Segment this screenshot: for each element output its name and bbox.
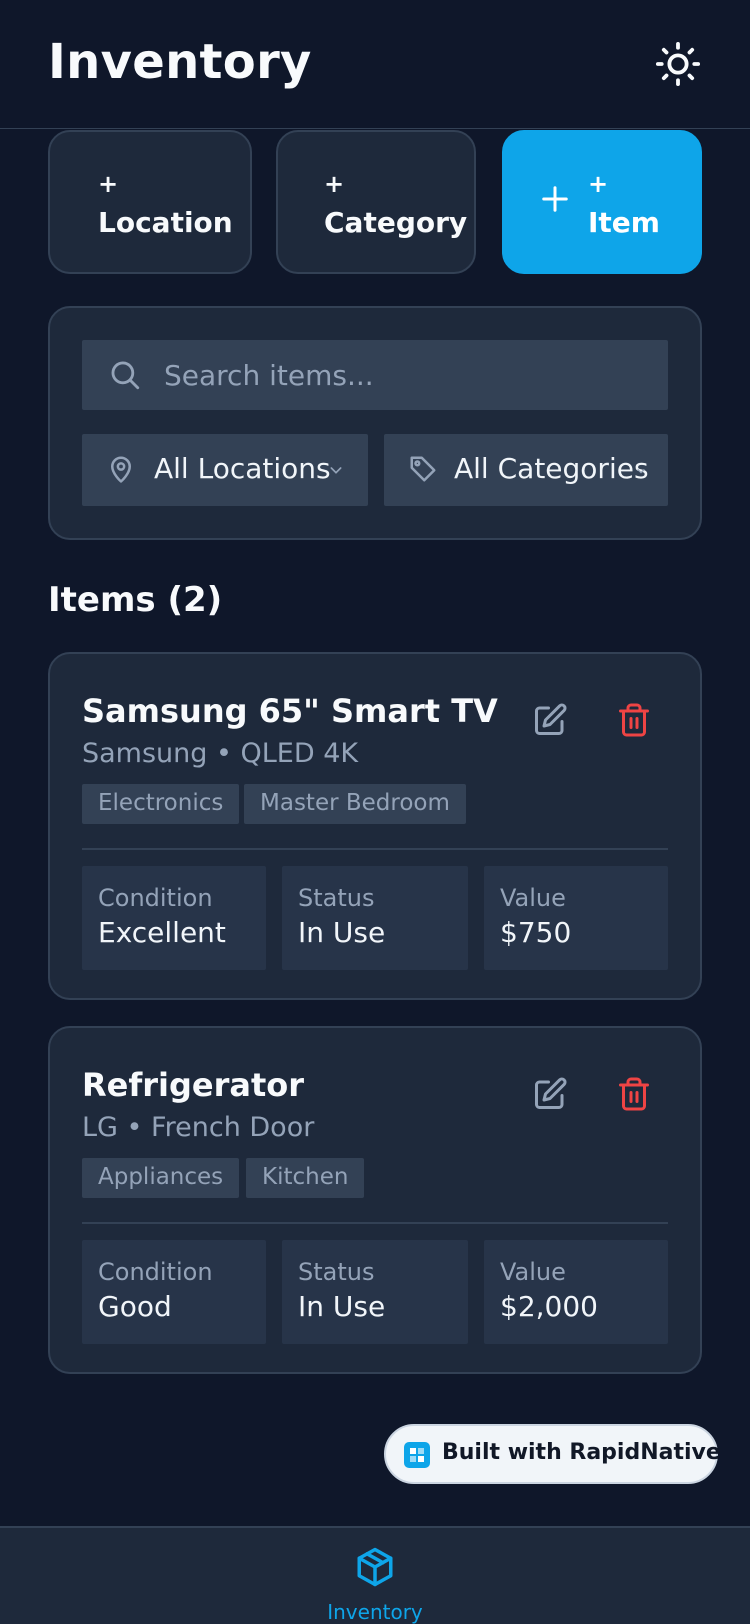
sun-icon xyxy=(655,41,701,87)
delete-item-button[interactable] xyxy=(616,702,656,742)
plus-label: + xyxy=(324,170,345,198)
page-title: Inventory xyxy=(48,34,312,90)
item-card[interactable]: Refrigerator LG • French Door Appliances… xyxy=(48,1026,702,1374)
condition-value: Excellent xyxy=(98,916,226,949)
status-value: In Use xyxy=(298,916,386,949)
built-with-badge[interactable]: Built with RapidNative xyxy=(384,1424,721,1484)
plus-icon xyxy=(542,186,568,212)
value-label: Value xyxy=(500,1258,566,1286)
item-subtitle: LG • French Door xyxy=(82,1112,315,1143)
value-stat: Value $750 xyxy=(484,866,668,970)
edit-item-button[interactable] xyxy=(532,702,572,742)
tab-inventory-label: Inventory xyxy=(327,1600,423,1624)
add-category-button[interactable]: + Category xyxy=(276,130,476,274)
search-input[interactable] xyxy=(164,340,654,410)
trash-icon xyxy=(619,703,649,737)
rapidnative-logo-icon xyxy=(404,1442,430,1468)
location-filter-select[interactable]: All Locations xyxy=(82,434,368,506)
status-label: Status xyxy=(298,884,375,912)
category-tag: Electronics xyxy=(82,784,240,824)
divider xyxy=(82,848,668,850)
item-card[interactable]: Samsung 65" Smart TV Samsung • QLED 4K E… xyxy=(48,652,702,1000)
location-tag: Kitchen xyxy=(246,1158,365,1198)
status-value: In Use xyxy=(298,1290,386,1323)
add-location-button[interactable]: + Location xyxy=(48,130,252,274)
search-box xyxy=(82,340,668,410)
map-pin-icon xyxy=(111,456,131,483)
value-label: Value xyxy=(500,884,566,912)
item-name: Samsung 65" Smart TV xyxy=(82,692,498,730)
trash-icon xyxy=(619,1077,649,1111)
edit-item-button[interactable] xyxy=(532,1076,572,1116)
condition-label: Condition xyxy=(98,884,213,912)
edit-icon xyxy=(535,703,567,735)
chevron-down-icon xyxy=(637,469,645,474)
filter-panel: All Locations All Categories xyxy=(48,306,702,540)
badge-text: Built with RapidNative xyxy=(442,1440,721,1465)
category-filter-select[interactable]: All Categories xyxy=(384,434,668,506)
theme-toggle-button[interactable] xyxy=(652,38,704,90)
category-tag: Appliances xyxy=(82,1158,240,1198)
action-buttons: + Location + Category + Item xyxy=(48,130,702,274)
condition-stat: Condition Excellent xyxy=(82,866,266,970)
category-filter-value: All Categories xyxy=(454,452,649,485)
add-location-label: Location xyxy=(98,206,233,239)
package-icon xyxy=(357,1547,393,1587)
value-amount: $2,000 xyxy=(500,1290,598,1323)
items-count-heading: Items (2) xyxy=(48,580,223,620)
tag-icon xyxy=(410,456,436,482)
condition-stat: Condition Good xyxy=(82,1240,266,1344)
condition-label: Condition xyxy=(98,1258,213,1286)
item-subtitle: Samsung • QLED 4K xyxy=(82,738,359,769)
chevron-down-icon xyxy=(330,467,342,474)
edit-icon xyxy=(535,1077,567,1109)
bottom-tab-bar: Inventory xyxy=(0,1526,750,1624)
add-item-button[interactable]: + Item xyxy=(502,130,702,274)
add-item-label: Item xyxy=(588,206,660,239)
location-tag: Master Bedroom xyxy=(244,784,466,824)
delete-item-button[interactable] xyxy=(616,1076,656,1116)
inventory-app: Inventory + Location + Category + Item S… xyxy=(0,0,750,1624)
app-header: Inventory xyxy=(0,0,750,129)
status-label: Status xyxy=(298,1258,375,1286)
add-category-label: Category xyxy=(324,206,468,239)
value-amount: $750 xyxy=(500,916,572,949)
status-stat: Status In Use xyxy=(282,866,468,970)
plus-label: + xyxy=(98,170,119,198)
location-filter-value: All Locations xyxy=(154,452,331,485)
plus-label: + xyxy=(588,170,609,198)
search-icon xyxy=(111,361,140,390)
status-stat: Status In Use xyxy=(282,1240,468,1344)
condition-value: Good xyxy=(98,1290,172,1323)
divider xyxy=(82,1222,668,1224)
value-stat: Value $2,000 xyxy=(484,1240,668,1344)
item-name: Refrigerator xyxy=(82,1066,305,1104)
tab-inventory[interactable]: Inventory xyxy=(310,1528,440,1624)
